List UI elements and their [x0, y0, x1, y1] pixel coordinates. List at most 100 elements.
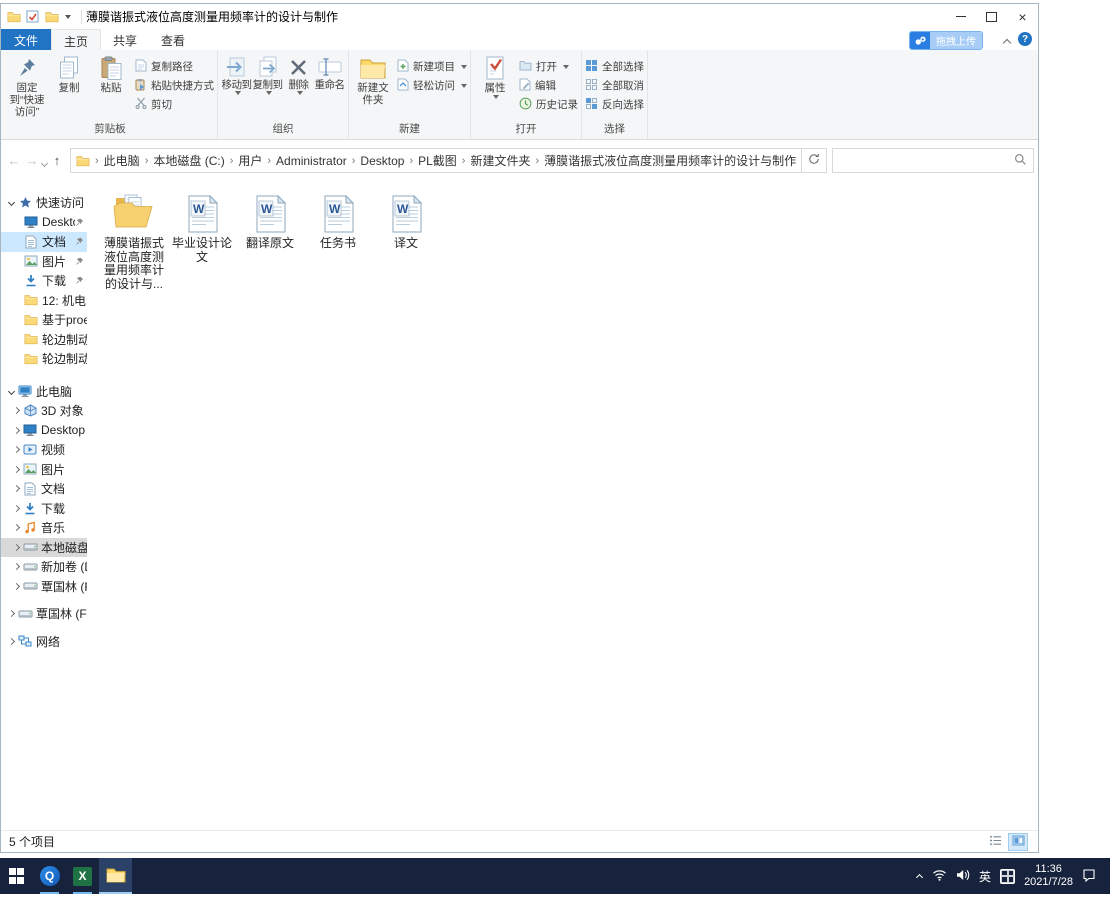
- sidebar-item-drive-d[interactable]: 新加卷 (D:): [1, 557, 87, 577]
- taskbar-browser-button[interactable]: [33, 858, 66, 894]
- rename-button[interactable]: 重命名: [314, 53, 345, 91]
- copy-path-button[interactable]: 复制路径: [135, 57, 214, 76]
- sidebar-header-quick-access[interactable]: 快速访问: [1, 193, 87, 213]
- sidebar-item-desktop[interactable]: Desktop: [1, 213, 87, 233]
- open-button[interactable]: 打开: [519, 57, 578, 76]
- file-item-folder[interactable]: 薄膜谐振式液位高度测量用频率计的设计与...: [101, 187, 167, 291]
- search-box[interactable]: [832, 148, 1034, 173]
- pin-to-quick-access-button[interactable]: 固定到“快速访问”: [6, 53, 48, 118]
- crumb-administrator[interactable]: Administrator: [273, 154, 350, 168]
- ime-language-indicator[interactable]: 英: [979, 868, 991, 885]
- select-none-button[interactable]: 全部取消: [585, 76, 644, 95]
- folder-icon[interactable]: [44, 10, 59, 24]
- crumb-pl[interactable]: PL截图: [415, 152, 460, 169]
- chevron-right-icon[interactable]: [11, 407, 22, 415]
- tab-share[interactable]: 共享: [101, 29, 149, 50]
- details-view-button[interactable]: [986, 834, 1004, 850]
- move-to-button[interactable]: 移动到: [221, 53, 252, 95]
- rename-icon: [318, 55, 342, 79]
- ime-keyboard-icon[interactable]: [1000, 868, 1016, 884]
- tab-view[interactable]: 查看: [149, 29, 197, 50]
- taskbar-explorer-button[interactable]: [99, 858, 132, 894]
- sidebar-item-documents[interactable]: 文档: [1, 479, 87, 499]
- desktop-icon: [22, 424, 38, 437]
- tab-file[interactable]: 文件: [1, 29, 52, 50]
- new-item-button[interactable]: 新建项目: [397, 57, 467, 76]
- invert-selection-button[interactable]: 反向选择: [585, 95, 644, 114]
- sidebar-item-network[interactable]: 网络: [1, 632, 87, 652]
- sidebar-item-drive-c[interactable]: 本地磁盘 (C:): [1, 537, 87, 557]
- properties-button[interactable]: 属性: [474, 53, 516, 99]
- copy-to-button[interactable]: 复制到: [252, 53, 283, 95]
- sidebar-item-3d-objects[interactable]: 3D 对象: [1, 401, 87, 421]
- crumb-drive-c[interactable]: 本地磁盘 (C:): [150, 152, 227, 169]
- easy-access-button[interactable]: 轻松访问: [397, 76, 467, 95]
- svg-text:W: W: [329, 202, 341, 216]
- sidebar-item-downloads[interactable]: 下载: [1, 499, 87, 519]
- folder-icon[interactable]: [6, 10, 21, 24]
- ribbon-group-open: 属性 打开 编辑 历史记录 打开: [471, 50, 582, 139]
- paste-button[interactable]: 粘贴: [90, 53, 132, 94]
- volume-icon[interactable]: [956, 869, 970, 884]
- forward-button[interactable]: →: [23, 153, 41, 168]
- file-item-word[interactable]: W 翻译原文: [237, 187, 303, 251]
- file-item-word[interactable]: W 译文: [373, 187, 439, 251]
- file-item-word[interactable]: W 任务书: [305, 187, 371, 251]
- sidebar-item-folder[interactable]: 12: 机电PLC (29: [1, 291, 87, 311]
- sidebar-item-folder[interactable]: 轮边制动: [1, 330, 87, 350]
- netdisk-upload-button[interactable]: 拖拽上传: [909, 31, 983, 50]
- search-icon: [1014, 153, 1027, 169]
- paste-shortcut-button[interactable]: 粘贴快捷方式: [135, 76, 214, 95]
- crumb-this-pc[interactable]: 此电脑: [101, 152, 143, 169]
- recent-locations-dropdown[interactable]: [40, 155, 49, 169]
- action-center-icon[interactable]: [1082, 868, 1096, 885]
- history-button[interactable]: 历史记录: [519, 95, 578, 114]
- crumb-new-folder[interactable]: 新建文件夹: [467, 152, 533, 169]
- sidebar-item-folder[interactable]: 基于proe的汽车闸: [1, 310, 87, 330]
- chevron-down-icon[interactable]: [6, 387, 17, 395]
- close-button[interactable]: ×: [1007, 4, 1038, 29]
- sidebar-item-desktop[interactable]: Desktop: [1, 421, 87, 441]
- sidebar-item-downloads[interactable]: 下载: [1, 271, 87, 291]
- maximize-button[interactable]: [976, 4, 1007, 29]
- delete-button[interactable]: 删除: [283, 53, 314, 95]
- breadcrumb[interactable]: › 此电脑 › 本地磁盘 (C:) › 用户 › Administrator › Des…: [70, 148, 802, 173]
- crumb-current-folder[interactable]: 薄膜谐振式液位高度测量用频率计的设计与制作: [541, 152, 799, 169]
- crumb-desktop[interactable]: Desktop: [357, 154, 407, 168]
- sidebar-item-music[interactable]: 音乐: [1, 518, 87, 538]
- tab-home[interactable]: 主页: [51, 29, 102, 50]
- help-button[interactable]: [1018, 32, 1032, 46]
- sidebar-header-this-pc[interactable]: 此电脑: [1, 382, 87, 402]
- refresh-button[interactable]: [802, 148, 827, 173]
- crumb-users[interactable]: 用户: [235, 152, 265, 169]
- copy-button[interactable]: 复制: [48, 53, 90, 94]
- taskbar-excel-button[interactable]: [66, 858, 99, 894]
- minimize-button[interactable]: [945, 4, 976, 29]
- cut-button[interactable]: 剪切: [135, 95, 214, 114]
- invert-selection-icon: [585, 97, 598, 113]
- chevron-down-icon[interactable]: [6, 199, 17, 207]
- edit-button[interactable]: 编辑: [519, 76, 578, 95]
- search-input[interactable]: [839, 152, 1014, 169]
- word-document-icon: W: [187, 187, 218, 233]
- network-status-icon[interactable]: [932, 869, 947, 884]
- properties-check-icon[interactable]: [25, 10, 40, 24]
- new-folder-button[interactable]: 新建文件夹: [352, 53, 394, 106]
- hidden-icons-button[interactable]: [915, 872, 923, 882]
- thumbnail-view-button[interactable]: [1008, 832, 1028, 851]
- collapse-ribbon-button[interactable]: [1002, 35, 1014, 48]
- sidebar-item-pictures[interactable]: 图片: [1, 460, 87, 480]
- qat-dropdown-icon[interactable]: [65, 14, 71, 19]
- back-button[interactable]: ←: [5, 153, 23, 168]
- sidebar-item-folder[interactable]: 轮边制动: [1, 349, 87, 369]
- sidebar-item-drive-f[interactable]: 覃国林 (F:): [1, 577, 87, 597]
- taskbar-clock[interactable]: 11:36 2021/7/28: [1024, 863, 1073, 889]
- sidebar-item-videos[interactable]: 视频: [1, 440, 87, 460]
- sidebar-item-drive-f-root[interactable]: 覃国林 (F:): [1, 604, 87, 624]
- select-all-button[interactable]: 全部选择: [585, 57, 644, 76]
- file-item-word[interactable]: W 毕业设计论文: [169, 187, 235, 264]
- up-button[interactable]: ↑: [48, 153, 66, 168]
- start-button[interactable]: [0, 858, 33, 894]
- sidebar-item-pictures[interactable]: 图片: [1, 252, 87, 272]
- sidebar-item-documents[interactable]: 文档: [1, 232, 87, 252]
